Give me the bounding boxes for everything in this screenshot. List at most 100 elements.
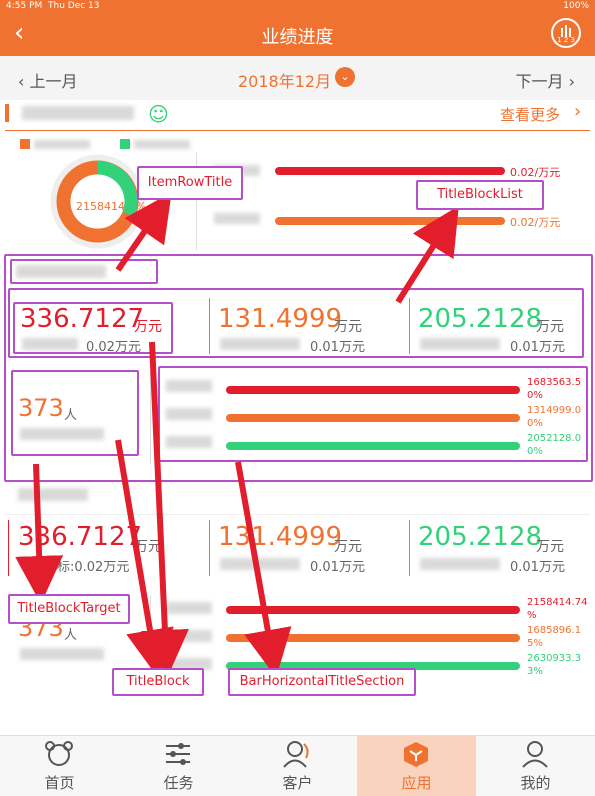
summary-bar-red xyxy=(275,167,505,175)
stat-divider xyxy=(209,520,210,576)
stat-label xyxy=(420,558,500,570)
bar-label xyxy=(166,630,212,642)
tab-home[interactable]: 首页 xyxy=(0,736,119,796)
customer-person-icon xyxy=(283,741,309,768)
month-label[interactable]: 2018年12月 xyxy=(238,68,331,92)
stat-unit: 万元 xyxy=(134,539,162,555)
stat-divider xyxy=(8,520,9,576)
annotation-title-block-list: TitleBlockList xyxy=(416,180,544,210)
people-label xyxy=(20,428,104,440)
people-unit: 人 xyxy=(64,408,78,423)
donut-percent: % xyxy=(136,200,147,213)
section2-divider xyxy=(5,514,590,515)
month-nav: ‹ 上一月 2018年12月 ⌄ 下一月 › xyxy=(0,56,595,100)
tab-label: 我的 xyxy=(520,774,551,792)
next-month-button[interactable]: 下一月 › xyxy=(516,68,576,92)
tab-label: 首页 xyxy=(44,774,75,792)
stat-sub: 0.01万元 xyxy=(510,560,565,575)
stat-sub: 0.01万元 xyxy=(510,340,565,355)
calendar-icon-label: 1 2 3 xyxy=(557,36,575,44)
annotation-item-row-title: ItemRowTitle xyxy=(137,166,243,200)
bear-home-icon xyxy=(45,741,73,766)
tab-apps[interactable]: 应用 xyxy=(357,736,476,796)
tab-profile[interactable]: 我的 xyxy=(476,736,595,796)
calendar-123-icon[interactable]: 1 2 3 xyxy=(551,18,581,48)
stat-sub: 目标:0.02万元 xyxy=(44,560,130,575)
bar-label xyxy=(166,408,212,420)
status-date: Thu Dec 13 xyxy=(48,1,100,11)
stat-value: 131.4999 xyxy=(218,522,343,552)
stat-sub: 0.01万元 xyxy=(310,560,365,575)
summary-bar-orange xyxy=(275,217,505,225)
prev-month-button[interactable]: ‹ 上一月 xyxy=(18,68,78,92)
tab-label: 客户 xyxy=(282,774,313,792)
section1-bar-red xyxy=(226,386,520,394)
chevron-right-icon[interactable]: › xyxy=(574,101,581,122)
battery-label: 100% xyxy=(563,1,589,11)
section-accent xyxy=(5,104,9,122)
blurred-title xyxy=(22,106,134,120)
section1-bar-value: 1314999.0 0% xyxy=(527,405,582,429)
people-unit: 人 xyxy=(64,628,78,643)
tab-bar: 首页 任务 客户 应用 我的 xyxy=(0,735,595,796)
section2-bar-red xyxy=(226,606,520,614)
tab-customers[interactable]: 客户 xyxy=(238,736,357,796)
more-link[interactable]: 查看更多 xyxy=(500,104,560,125)
app-cube-icon xyxy=(404,742,428,767)
section2-bar-value: 2630933.3 3% xyxy=(527,653,582,677)
stat-label xyxy=(22,338,78,350)
section1-bar-value: 2052128.0 0% xyxy=(527,433,582,457)
tab-label: 任务 xyxy=(163,774,194,792)
annotation-title-block-target: TitleBlockTarget xyxy=(8,594,130,624)
legend-swatch-orange xyxy=(20,139,30,149)
section2-bar-value: 1685896.1 5% xyxy=(527,625,582,649)
section1-bar-value: 1683563.5 0% xyxy=(527,377,582,401)
stat-unit: 万元 xyxy=(536,319,564,335)
status-time: 4:55 PM xyxy=(6,1,43,11)
stat-label xyxy=(420,338,500,350)
smile-icon: ☺ xyxy=(148,102,169,126)
section2-bar-orange xyxy=(226,634,520,642)
summary-bar-value: 0.02/万元 xyxy=(510,216,561,229)
stat-unit: 万元 xyxy=(536,539,564,555)
section1-title xyxy=(16,265,106,278)
stat-value: 336.7127 xyxy=(20,304,145,334)
donut-value: 2158414. xyxy=(76,200,129,213)
stat-unit: 万元 xyxy=(134,319,162,335)
section-divider xyxy=(150,596,151,668)
stat-divider xyxy=(409,520,410,576)
people-label xyxy=(20,648,104,660)
bar-label xyxy=(166,602,212,614)
sliders-task-icon xyxy=(166,743,190,765)
annotation-title-block: TitleBlock xyxy=(112,668,204,696)
bar-label xyxy=(166,436,212,448)
annotation-bar-horizontal-title-section: BarHorizontalTitleSection xyxy=(228,668,416,696)
page-title: 业绩进度 xyxy=(261,27,334,48)
stat-value: 336.7127 xyxy=(18,522,143,552)
chevron-down-icon[interactable]: ⌄ xyxy=(335,67,355,87)
stat-label xyxy=(20,558,40,570)
section2-bar-value: 2158414.74 % xyxy=(527,597,588,621)
people-value: 373 xyxy=(18,394,64,422)
stat-sub: 0.02万元 xyxy=(86,340,141,355)
stat-divider xyxy=(409,298,410,354)
section-divider xyxy=(150,372,151,464)
stat-sub: 0.01万元 xyxy=(310,340,365,355)
stat-unit: 万元 xyxy=(334,539,362,555)
legend-swatch-green xyxy=(120,139,130,149)
stat-value: 131.4999 xyxy=(218,304,343,334)
profile-person-icon xyxy=(522,741,548,768)
legend-label xyxy=(134,140,190,149)
stat-divider xyxy=(209,298,210,354)
bar-label xyxy=(166,380,212,392)
status-bar: 4:55 PM Thu Dec 13 100% xyxy=(0,0,595,14)
tab-tasks[interactable]: 任务 xyxy=(119,736,238,796)
section1-bar-orange xyxy=(226,414,520,422)
stat-label xyxy=(220,338,300,350)
stat-value: 205.2128 xyxy=(418,304,543,334)
section2-title xyxy=(18,488,88,501)
summary-bar-value: 0.02/万元 xyxy=(510,166,561,179)
stat-label xyxy=(220,558,300,570)
stat-value: 205.2128 xyxy=(418,522,543,552)
section1-bar-green xyxy=(226,442,520,450)
